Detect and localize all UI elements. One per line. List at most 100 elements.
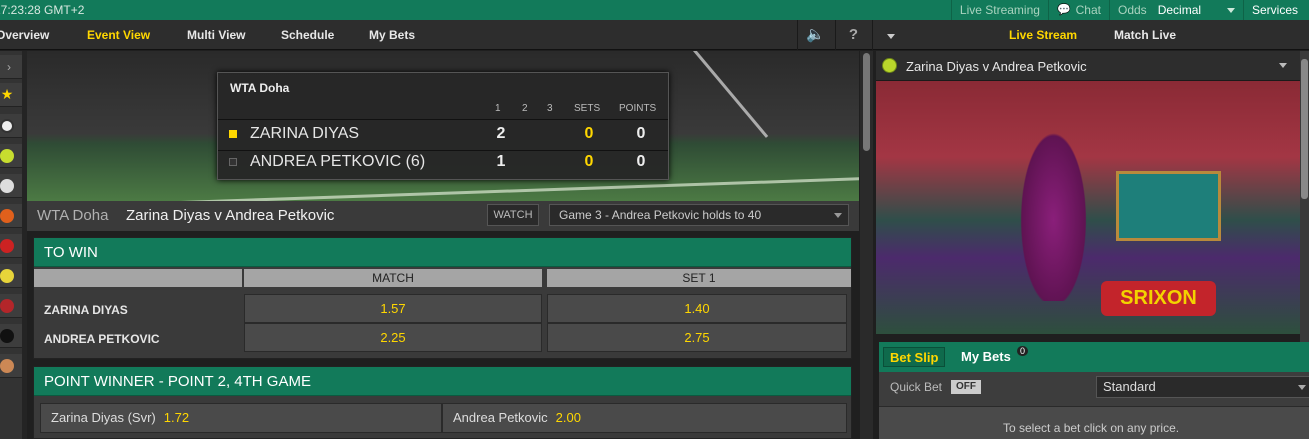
help-icon[interactable]: ? — [835, 20, 871, 50]
nav-multi-view[interactable]: Multi View — [187, 20, 245, 50]
market-to-win: TO WIN MATCH SET 1 ZARINA DIYAS 1.57 1.4… — [33, 237, 852, 359]
serving-indicator-icon — [229, 130, 237, 138]
bet-slip-empty-message: To select a bet click on any price. — [1003, 421, 1180, 435]
sidebar-item-basketball[interactable] — [0, 204, 22, 228]
player-2-points: 0 — [636, 153, 646, 170]
darts-icon — [0, 298, 14, 313]
score-header-sets: SETS — [574, 103, 601, 114]
tab-my-bets[interactable]: My Bets — [961, 347, 1011, 367]
sidebar-item-ice-hockey[interactable] — [0, 324, 22, 348]
chat-link[interactable]: 💬 Chat — [1047, 0, 1109, 20]
sound-icon[interactable]: 🔈 — [797, 20, 833, 50]
clock: 17:23:28 GMT+2 — [0, 3, 85, 17]
sports-sidebar: › ★ — [0, 51, 22, 439]
bet-mode-value: Standard — [1103, 379, 1156, 394]
virtual-sports-icon — [0, 358, 14, 373]
sidebar-item-cricket[interactable] — [0, 174, 22, 198]
event-header: WTA Doha Zarina Diyas v Andrea Petkovic … — [27, 201, 859, 231]
stream-header[interactable]: Zarina Diyas v Andrea Petkovic — [876, 51, 1309, 81]
event-commentary-value: Game 3 - Andrea Petkovic holds to 40 — [559, 208, 762, 222]
scrollbar-thumb[interactable] — [1301, 59, 1308, 199]
odds-value: 2.00 — [555, 410, 581, 425]
video-frame-player — [1016, 121, 1091, 301]
watch-button[interactable]: WATCH — [487, 204, 539, 226]
court-line — [688, 51, 769, 138]
event-commentary-select[interactable]: Game 3 - Andrea Petkovic holds to 40 — [549, 204, 849, 226]
point-winner-option[interactable]: Zarina Diyas (Svr) 1.72 — [40, 403, 442, 433]
player-1-sets: 0 — [584, 125, 594, 142]
score-header-set1: 1 — [495, 103, 501, 114]
live-streaming-link[interactable]: Live Streaming — [950, 0, 1048, 20]
chevron-down-icon — [834, 213, 842, 218]
collapse-panel-button[interactable] — [872, 20, 908, 50]
live-stream-video[interactable]: SRIXON — [876, 81, 1300, 334]
nav-my-bets[interactable]: My Bets — [369, 20, 415, 50]
nav-schedule[interactable]: Schedule — [281, 20, 334, 50]
sidebar-item-virtual[interactable] — [0, 354, 22, 378]
video-frame-bench — [1116, 171, 1221, 241]
sidebar-item-darts[interactable] — [0, 294, 22, 318]
market-point-winner: POINT WINNER - POINT 2, 4TH GAME Zarina … — [33, 366, 852, 439]
player-1-name: ZARINA DIYAS — [250, 125, 360, 142]
services-link[interactable]: Services — [1243, 0, 1309, 20]
point-winner-option[interactable]: Andrea Petkovic 2.00 — [442, 403, 847, 433]
scoreboard: WTA Doha 1 2 3 SETS POINTS ZARINA DIYAS … — [217, 72, 669, 180]
player-2-sets: 0 — [584, 153, 594, 170]
chevron-down-icon — [1227, 7, 1235, 13]
bet-mode-select[interactable]: Standard — [1096, 376, 1309, 398]
stream-title: Zarina Diyas v Andrea Petkovic — [906, 59, 1087, 74]
player-2-set1: 1 — [496, 153, 506, 170]
column-header-blank — [34, 269, 242, 287]
chevron-down-icon — [1298, 385, 1306, 390]
nav-overview[interactable]: Overview — [0, 20, 49, 50]
sidebar-item-snooker[interactable] — [0, 234, 22, 258]
video-frame-bag: SRIXON — [1101, 281, 1216, 316]
my-bets-count-badge: 0 — [1017, 346, 1029, 356]
sidebar-item-soccer[interactable] — [0, 114, 22, 138]
selection-name: Zarina Diyas (Svr) — [51, 410, 156, 425]
odds-button[interactable]: 1.57 — [244, 294, 542, 323]
scrollbar-thumb[interactable] — [863, 53, 870, 151]
main-scrollbar[interactable] — [860, 51, 873, 439]
market-title[interactable]: POINT WINNER - POINT 2, 4TH GAME — [34, 367, 851, 396]
odds-button[interactable]: 2.25 — [244, 323, 542, 352]
odds-format-select[interactable]: Odds Decimal — [1109, 0, 1243, 20]
bet-slip-panel: Bet Slip My Bets 0 Quick Bet OFF Standar… — [879, 342, 1309, 439]
tab-live-stream[interactable]: Live Stream — [1009, 20, 1077, 50]
quick-bet-label: Quick Bet — [890, 380, 943, 394]
nav-event-view[interactable]: Event View — [87, 20, 150, 50]
event-title: Zarina Diyas v Andrea Petkovic — [126, 207, 335, 224]
tab-bet-slip[interactable]: Bet Slip — [883, 347, 946, 367]
column-header-set1: SET 1 — [547, 269, 851, 287]
sidebar-item-table-tennis[interactable] — [0, 264, 22, 288]
selection-name: Andrea Petkovic — [453, 410, 548, 425]
divider — [218, 150, 668, 151]
sidebar-item-tennis[interactable] — [0, 144, 22, 168]
chevron-down-icon — [886, 34, 895, 39]
tennis-ball-icon — [0, 148, 14, 163]
market-title[interactable]: TO WIN — [34, 238, 851, 267]
selection-name: ZARINA DIYAS — [44, 303, 128, 317]
sidebar-item-favourites[interactable]: ★ — [0, 83, 22, 107]
quick-bet-toggle[interactable]: OFF — [951, 380, 981, 394]
ice-hockey-puck-icon — [0, 328, 14, 343]
court-line — [67, 177, 859, 201]
not-serving-indicator-icon — [229, 158, 237, 166]
odds-button[interactable]: 2.75 — [547, 323, 847, 352]
sidebar-expand-button[interactable]: › — [0, 55, 22, 79]
top-bar: 17:23:28 GMT+2 Live Streaming 💬 Chat Odd… — [0, 0, 1309, 20]
tab-match-live[interactable]: Match Live — [1114, 20, 1176, 50]
chat-icon: 💬 — [1056, 4, 1071, 16]
odds-button[interactable]: 1.40 — [547, 294, 847, 323]
snooker-ball-icon — [0, 238, 14, 253]
soccer-ball-icon — [0, 118, 14, 133]
chevron-down-icon — [1279, 63, 1287, 68]
selection-name: ANDREA PETKOVIC — [44, 332, 160, 346]
bet-slip-tabs: Bet Slip My Bets 0 — [879, 342, 1309, 372]
basketball-icon — [0, 208, 14, 223]
odds-value: Decimal — [1157, 3, 1202, 17]
scoreboard-title: WTA Doha — [230, 81, 290, 95]
chevron-right-icon: › — [7, 59, 11, 74]
player-2-name: ANDREA PETKOVIC (6) — [250, 153, 426, 170]
odds-label: Odds — [1118, 3, 1147, 17]
